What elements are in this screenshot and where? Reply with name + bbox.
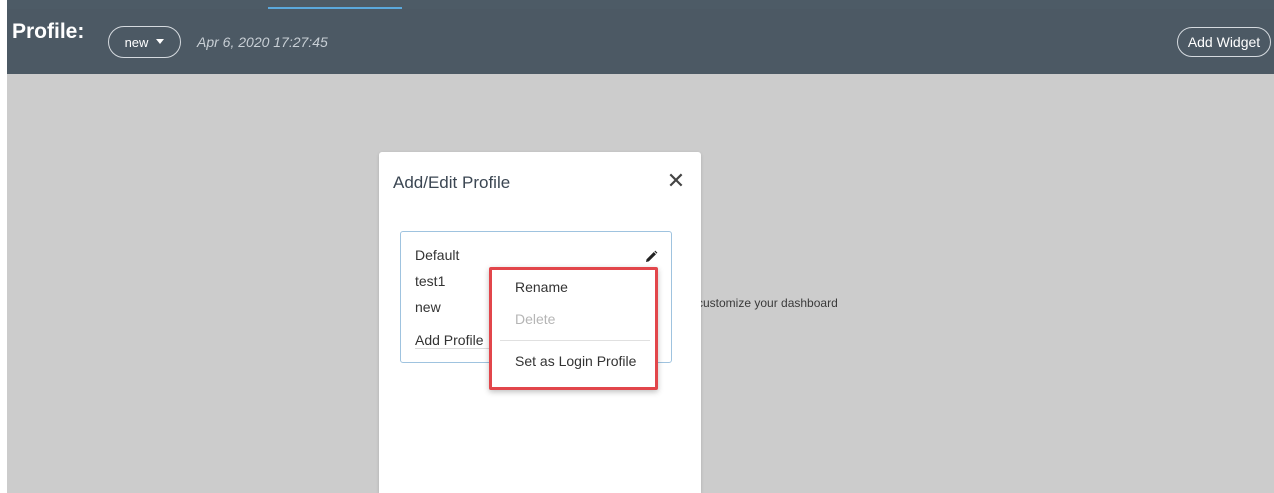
menu-separator bbox=[500, 340, 650, 341]
dialog-title: Add/Edit Profile bbox=[393, 173, 511, 192]
add-profile-button[interactable]: Add Profile bbox=[415, 332, 483, 348]
menu-item-rename[interactable]: Rename bbox=[515, 279, 568, 295]
profile-context-menu: Rename Delete Set as Login Profile bbox=[489, 267, 658, 390]
add-widget-button[interactable]: Add Widget bbox=[1177, 27, 1271, 57]
profile-item-default[interactable]: Default bbox=[415, 247, 459, 263]
caret-down-icon bbox=[156, 38, 165, 44]
menu-item-delete: Delete bbox=[515, 311, 556, 327]
dashboard-hint: customize your dashboard bbox=[697, 296, 838, 310]
top-strip bbox=[7, 0, 1274, 9]
menu-item-set-login-profile[interactable]: Set as Login Profile bbox=[515, 353, 636, 369]
profile-timestamp: Apr 6, 2020 17:27:45 bbox=[197, 34, 328, 50]
profile-item-test1[interactable]: test1 bbox=[415, 273, 445, 289]
list-divider bbox=[415, 348, 495, 349]
pencil-icon[interactable] bbox=[644, 250, 658, 264]
profile-header: Profile: new Apr 6, 2020 17:27:45 Add Wi… bbox=[7, 9, 1274, 74]
close-icon[interactable]: ✕ bbox=[665, 170, 687, 192]
profile-item-new[interactable]: new bbox=[415, 299, 441, 315]
profile-dropdown-value: new bbox=[124, 34, 149, 50]
profile-dropdown[interactable]: new bbox=[108, 26, 181, 58]
profile-title: Profile: bbox=[12, 20, 85, 43]
